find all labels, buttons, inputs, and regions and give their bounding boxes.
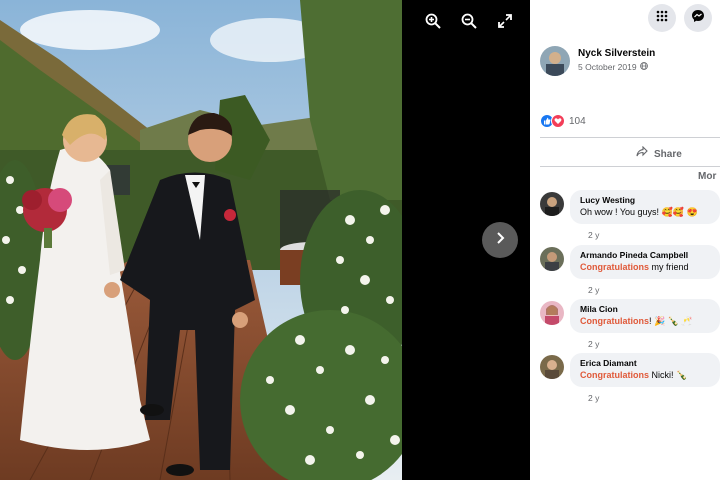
fullscreen-icon[interactable] bbox=[494, 10, 516, 32]
comment-time[interactable]: 2 y bbox=[588, 230, 599, 240]
messenger-icon bbox=[691, 9, 705, 28]
post-author: Nyck Silverstein 5 October 2019 bbox=[540, 46, 655, 76]
commenter-avatar[interactable] bbox=[540, 192, 564, 216]
comment-time[interactable]: 2 y bbox=[588, 393, 599, 403]
comment-tag: Congratulations bbox=[580, 262, 649, 272]
top-bar bbox=[530, 0, 720, 36]
zoom-out-icon[interactable] bbox=[458, 10, 480, 32]
comment-text: Oh wow ! You guys! 🥰🥰 😍 bbox=[580, 207, 698, 217]
reactions-summary[interactable]: 104 bbox=[540, 114, 586, 128]
author-name[interactable]: Nyck Silverstein bbox=[578, 48, 655, 59]
commenter-name[interactable]: Erica Diamant bbox=[580, 358, 710, 368]
comment-bubble: Lucy Westing Oh wow ! You guys! 🥰🥰 😍 bbox=[570, 190, 720, 224]
comment-bubble: Erica Diamant Congratulations Nicki! 🍾 bbox=[570, 353, 720, 387]
divider bbox=[540, 166, 720, 167]
chevron-right-icon bbox=[493, 231, 507, 250]
comment-bubble: Armando Pineda Campbell Congratulations … bbox=[570, 245, 720, 279]
zoom-in-icon[interactable] bbox=[422, 10, 444, 32]
grid-menu-icon bbox=[656, 9, 668, 27]
commenter-avatar[interactable] bbox=[540, 301, 564, 325]
viewer-toolbar bbox=[422, 10, 516, 32]
love-icon bbox=[551, 114, 565, 128]
wedding-photo bbox=[0, 0, 402, 480]
comment-time[interactable]: 2 y bbox=[588, 339, 599, 349]
commenter-name[interactable]: Armando Pineda Campbell bbox=[580, 250, 710, 260]
reaction-count: 104 bbox=[569, 115, 586, 127]
next-photo-button[interactable] bbox=[482, 222, 518, 258]
messenger-button[interactable] bbox=[684, 4, 712, 32]
photo-viewer bbox=[0, 0, 530, 480]
commenter-avatar[interactable] bbox=[540, 355, 564, 379]
comment-text: my friend bbox=[649, 262, 689, 272]
commenter-name[interactable]: Mila Cion bbox=[580, 304, 710, 314]
comment-tag: Congratulations bbox=[580, 370, 649, 380]
divider bbox=[540, 137, 720, 138]
author-avatar[interactable] bbox=[540, 46, 570, 76]
comment-bubble: Mila Cion Congratulations! 🎉 🍾 🥂 bbox=[570, 299, 720, 333]
comment-text: Nicki! 🍾 bbox=[649, 370, 688, 380]
share-button[interactable]: Share bbox=[636, 145, 682, 163]
comment-text: ! 🎉 🍾 🥂 bbox=[649, 316, 693, 326]
commenter-avatar[interactable] bbox=[540, 247, 564, 271]
share-label: Share bbox=[654, 148, 682, 160]
commenter-name[interactable]: Lucy Westing bbox=[580, 195, 710, 205]
more-comments-link[interactable]: Mor bbox=[698, 171, 716, 182]
globe-icon bbox=[639, 62, 648, 72]
menu-button[interactable] bbox=[648, 4, 676, 32]
post-details-panel: Nyck Silverstein 5 October 2019 104 Shar… bbox=[530, 0, 720, 480]
post-date[interactable]: 5 October 2019 bbox=[578, 62, 637, 72]
photo-post-viewer: Nyck Silverstein 5 October 2019 104 Shar… bbox=[0, 0, 720, 480]
comment-time[interactable]: 2 y bbox=[588, 285, 599, 295]
comment-tag: Congratulations bbox=[580, 316, 649, 326]
share-icon bbox=[636, 145, 648, 163]
